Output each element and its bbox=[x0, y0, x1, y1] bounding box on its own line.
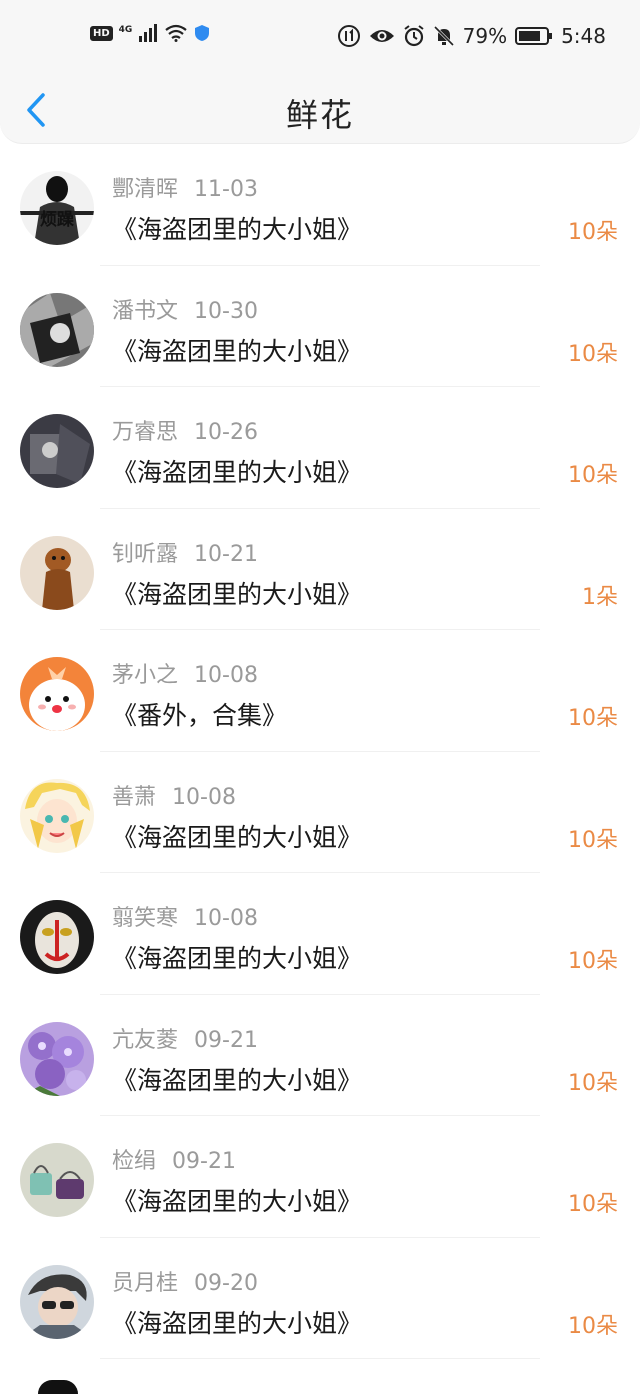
signal-icon bbox=[139, 24, 158, 42]
list-item[interactable]: 检绢 09-21 《海盗团里的大小姐》 10朵 bbox=[0, 1116, 640, 1238]
item-date: 09-21 bbox=[194, 1027, 258, 1053]
user-name[interactable]: 检绢 bbox=[112, 1149, 156, 1174]
list-item[interactable]: 善萧 10-08 《海盗团里的大小姐》 10朵 bbox=[0, 752, 640, 873]
book-title[interactable]: 《海盗团里的大小姐》 bbox=[112, 939, 362, 975]
item-meta: 茅小之 10-08 bbox=[112, 657, 258, 689]
list-item[interactable]: 万睿思 10-26 《海盗团里的大小姐》 10朵 bbox=[0, 387, 640, 509]
top-nav-bar: 鲜花 bbox=[0, 76, 640, 144]
user-avatar[interactable] bbox=[20, 900, 94, 974]
user-name[interactable]: 酆清晖 bbox=[112, 177, 178, 202]
list-item[interactable]: 潘书文 10-30 《海盗团里的大小姐》 10朵 bbox=[0, 266, 640, 387]
status-left: HD 4G bbox=[90, 24, 210, 42]
user-name[interactable]: 亢友菱 bbox=[112, 1028, 178, 1053]
battery-icon bbox=[515, 27, 553, 45]
user-avatar[interactable] bbox=[20, 657, 94, 731]
status-right: 79% 5:48 bbox=[337, 24, 606, 48]
user-avatar[interactable] bbox=[20, 535, 94, 610]
user-name[interactable]: 善萧 bbox=[112, 785, 156, 810]
item-date: 10-26 bbox=[194, 420, 258, 445]
flower-count: 10朵 bbox=[568, 1313, 618, 1339]
flower-count: 10朵 bbox=[568, 1070, 618, 1096]
user-name[interactable]: 茅小之 bbox=[112, 663, 178, 688]
item-meta: 善萧 10-08 bbox=[112, 779, 236, 811]
book-title[interactable]: 《海盗团里的大小姐》 bbox=[112, 818, 362, 854]
flower-count: 10朵 bbox=[568, 220, 618, 245]
status-bar: HD 4G 79% 5:48 bbox=[0, 0, 640, 76]
network-type: 4G bbox=[118, 25, 133, 35]
data-saver-icon bbox=[337, 25, 360, 47]
flower-list: 烦躁 酆清晖 11-03 《海盗团里的大小姐》 10朵 潘书文 10-30 《海盗团… bbox=[0, 144, 640, 1359]
eye-icon bbox=[369, 30, 394, 42]
user-avatar[interactable] bbox=[20, 1021, 94, 1096]
item-date: 10-08 bbox=[194, 663, 258, 688]
shield-icon bbox=[195, 25, 210, 41]
item-meta: 万睿思 10-26 bbox=[112, 414, 258, 446]
user-name[interactable]: 员月桂 bbox=[112, 1271, 178, 1296]
list-item[interactable]: 钊听露 10-21 《海盗团里的大小姐》 1朵 bbox=[0, 509, 640, 630]
item-date: 11-03 bbox=[194, 177, 258, 202]
item-meta: 检绢 09-21 bbox=[112, 1143, 236, 1175]
user-name[interactable]: 万睿思 bbox=[112, 420, 178, 445]
mute-bell-icon bbox=[433, 25, 454, 47]
user-name[interactable]: 翦笑寒 bbox=[112, 906, 178, 931]
list-item[interactable]: 员月桂 09-20 《海盗团里的大小姐》 10朵 bbox=[0, 1238, 640, 1359]
flower-count: 10朵 bbox=[568, 827, 618, 853]
battery-percent: 79% bbox=[462, 24, 508, 48]
item-date: 10-21 bbox=[194, 541, 258, 567]
flower-count: 10朵 bbox=[568, 341, 618, 367]
row-divider bbox=[100, 1358, 540, 1359]
flower-count: 10朵 bbox=[568, 463, 618, 488]
item-meta: 潘书文 10-30 bbox=[112, 293, 258, 325]
page-title: 鲜花 bbox=[285, 96, 354, 134]
item-meta: 翦笑寒 10-08 bbox=[112, 900, 258, 932]
item-meta: 员月桂 09-20 bbox=[112, 1265, 258, 1297]
user-avatar[interactable]: 烦躁 bbox=[20, 171, 94, 245]
item-meta: 钊听露 10-21 bbox=[112, 536, 258, 568]
book-title[interactable]: 《海盗团里的大小姐》 bbox=[112, 575, 362, 611]
book-title[interactable]: 《海盗团里的大小姐》 bbox=[112, 1061, 362, 1097]
item-meta: 亢友菱 09-21 bbox=[112, 1022, 258, 1054]
book-title[interactable]: 《海盗团里的大小姐》 bbox=[112, 1304, 362, 1340]
item-date: 10-08 bbox=[172, 784, 236, 810]
list-item[interactable]: 烦躁 酆清晖 11-03 《海盗团里的大小姐》 10朵 bbox=[0, 144, 640, 266]
book-title[interactable]: 《海盗团里的大小姐》 bbox=[112, 453, 362, 489]
item-date: 10-30 bbox=[194, 298, 258, 324]
avatar-badge-text: 烦躁 bbox=[40, 209, 74, 230]
clock: 5:48 bbox=[561, 24, 606, 48]
item-meta: 酆清晖 11-03 bbox=[112, 171, 258, 203]
hd-indicator: HD bbox=[90, 25, 113, 41]
user-avatar[interactable] bbox=[20, 414, 94, 488]
item-date: 10-08 bbox=[194, 906, 258, 931]
book-title[interactable]: 《海盗团里的大小姐》 bbox=[112, 332, 362, 368]
item-date: 09-21 bbox=[172, 1149, 236, 1174]
user-avatar[interactable] bbox=[20, 778, 94, 853]
flower-count: 10朵 bbox=[568, 949, 618, 974]
book-title[interactable]: 《番外，合集》 bbox=[112, 696, 287, 732]
user-avatar[interactable] bbox=[20, 1143, 94, 1217]
user-avatar[interactable] bbox=[20, 1264, 94, 1339]
book-title[interactable]: 《海盗团里的大小姐》 bbox=[112, 1182, 362, 1218]
user-avatar[interactable] bbox=[20, 292, 94, 367]
list-item[interactable]: 茅小之 10-08 《番外，合集》 10朵 bbox=[0, 630, 640, 752]
next-avatar-peek bbox=[38, 1380, 78, 1394]
book-title[interactable]: 《海盗团里的大小姐》 bbox=[112, 210, 362, 246]
flower-count: 10朵 bbox=[568, 706, 618, 731]
user-name[interactable]: 潘书文 bbox=[112, 299, 178, 324]
wifi-icon bbox=[165, 24, 188, 42]
alarm-icon bbox=[404, 25, 424, 47]
list-item[interactable]: 亢友菱 09-21 《海盗团里的大小姐》 10朵 bbox=[0, 995, 640, 1116]
flower-count: 10朵 bbox=[568, 1192, 618, 1217]
user-name[interactable]: 钊听露 bbox=[112, 542, 178, 567]
list-item[interactable]: 翦笑寒 10-08 《海盗团里的大小姐》 10朵 bbox=[0, 873, 640, 995]
flower-count: 1朵 bbox=[582, 584, 618, 610]
item-date: 09-20 bbox=[194, 1270, 258, 1296]
